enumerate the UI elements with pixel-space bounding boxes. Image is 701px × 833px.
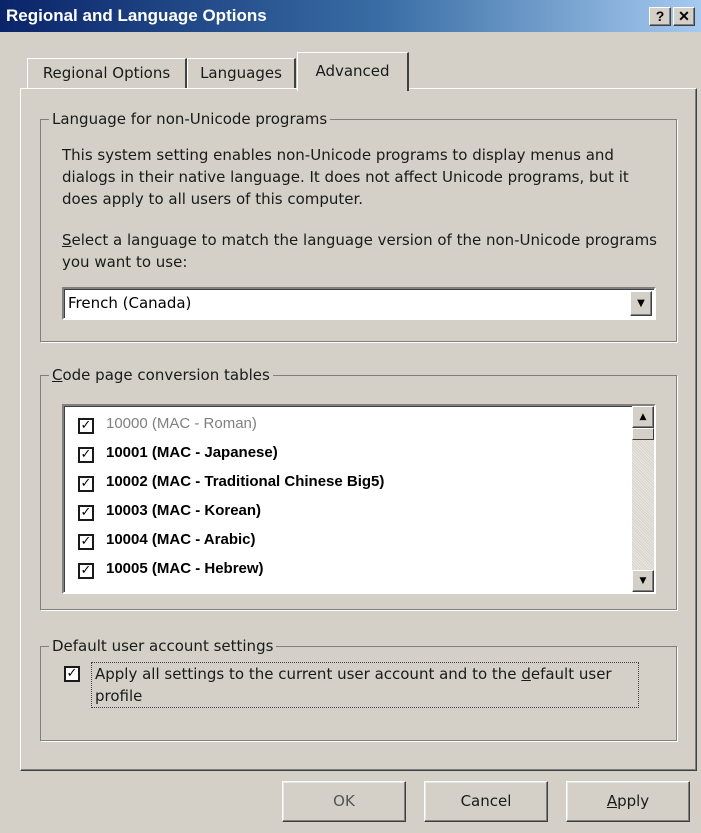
help-icon: ? xyxy=(655,8,665,24)
code-page-label: 10005 (MAC - Hebrew) xyxy=(106,560,264,577)
code-page-label: 10002 (MAC - Traditional Chinese Big5) xyxy=(106,473,385,490)
regional-language-options-dialog: Regional and Language Options ? ✕ Region… xyxy=(0,0,701,833)
non-unicode-legend: Language for non-Unicode programs xyxy=(52,110,328,128)
scroll-thumb[interactable] xyxy=(632,428,654,440)
language-dropdown[interactable]: French (Canada) ▼ xyxy=(62,287,656,320)
code-page-legend-text: ode page conversion tables xyxy=(62,366,270,384)
apply-accelerator: A xyxy=(606,792,618,810)
title-bar[interactable]: Regional and Language Options ? ✕ xyxy=(0,0,701,32)
prompt-accelerator: S xyxy=(62,231,72,249)
default-label-part1: Apply all settings to the current user a… xyxy=(95,665,522,683)
close-button[interactable]: ✕ xyxy=(673,7,695,26)
code-page-checkbox[interactable]: ✓ xyxy=(78,534,94,550)
code-page-checkbox[interactable]: ✓ xyxy=(78,476,94,492)
code-page-checkbox[interactable]: ✓ xyxy=(78,418,94,434)
tab-languages[interactable]: Languages xyxy=(187,58,296,88)
chevron-up-icon: ▲ xyxy=(639,412,647,422)
non-unicode-description: This system setting enables non-Unicode … xyxy=(62,146,629,208)
window-title: Regional and Language Options xyxy=(6,6,267,25)
code-page-checkbox[interactable]: ✓ xyxy=(78,563,94,579)
language-dropdown-button[interactable]: ▼ xyxy=(630,291,652,316)
chevron-down-icon: ▼ xyxy=(639,576,647,586)
code-page-checkbox[interactable]: ✓ xyxy=(78,447,94,463)
chevron-down-icon: ▼ xyxy=(637,298,645,309)
language-select-prompt: Select a language to match the language … xyxy=(62,229,662,273)
code-page-label: 10004 (MAC - Arabic) xyxy=(106,531,256,548)
tab-advanced[interactable]: Advanced xyxy=(297,52,409,91)
apply-label: pply xyxy=(617,792,650,810)
code-page-checkbox[interactable]: ✓ xyxy=(78,505,94,521)
help-button[interactable]: ? xyxy=(649,7,671,26)
ok-button[interactable]: OK xyxy=(282,781,406,822)
code-page-accelerator: C xyxy=(52,366,63,384)
tab-regional-options[interactable]: Regional Options xyxy=(27,58,187,88)
code-page-label: 10003 (MAC - Korean) xyxy=(106,502,262,519)
prompt-text: elect a language to match the language v… xyxy=(62,231,657,271)
apply-default-profile-checkbox[interactable]: ✓ xyxy=(64,666,80,682)
default-account-legend: Default user account settings xyxy=(52,637,274,655)
scroll-down-button[interactable]: ▼ xyxy=(632,570,654,592)
apply-button[interactable]: Apply xyxy=(566,781,690,822)
default-label-accelerator: d xyxy=(521,665,531,683)
code-page-legend: Code page conversion tables xyxy=(49,366,273,384)
apply-default-profile-label[interactable]: Apply all settings to the current user a… xyxy=(91,662,639,708)
cancel-button[interactable]: Cancel xyxy=(424,781,548,822)
code-page-label: 10001 (MAC - Japanese) xyxy=(106,444,278,461)
scroll-up-button[interactable]: ▲ xyxy=(632,406,654,428)
close-icon: ✕ xyxy=(678,8,690,24)
code-page-scrollbar[interactable]: ▲ ▼ xyxy=(632,406,654,592)
code-page-list[interactable]: ✓ 10000 (MAC - Roman) ✓ 10001 (MAC - Jap… xyxy=(62,404,656,594)
language-dropdown-value: French (Canada) xyxy=(68,294,192,312)
code-page-label: 10000 (MAC - Roman) xyxy=(106,415,257,432)
